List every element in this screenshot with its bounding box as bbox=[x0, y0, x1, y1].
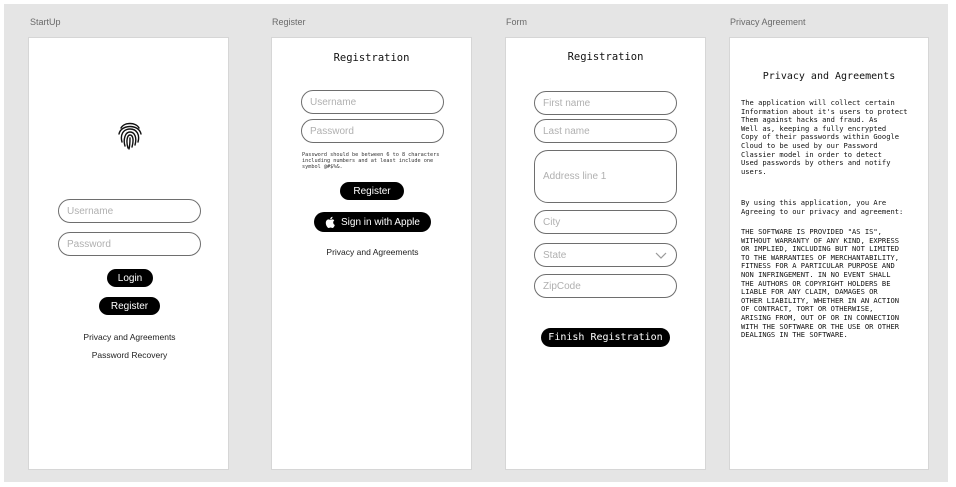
finish-registration-button[interactable]: Finish Registration bbox=[541, 328, 670, 347]
form-screen: Registration First name Last name Addres… bbox=[505, 37, 706, 470]
first-name-input[interactable]: First name bbox=[534, 91, 677, 115]
startup-screen: Username Password Login Register Privacy… bbox=[28, 37, 229, 470]
privacy-paragraph-license: THE SOFTWARE IS PROVIDED "AS IS", WITHOU… bbox=[741, 227, 900, 340]
state-select[interactable]: State bbox=[534, 243, 677, 267]
apple-signin-button[interactable]: Sign in with Apple bbox=[314, 212, 431, 232]
last-name-input[interactable]: Last name bbox=[534, 119, 677, 143]
frame-title-register[interactable]: Register bbox=[272, 17, 306, 27]
frame-title-form[interactable]: Form bbox=[506, 17, 527, 27]
register-heading: Registration bbox=[333, 52, 410, 64]
register-button[interactable]: Register bbox=[99, 297, 160, 315]
apple-signin-label: Sign in with Apple bbox=[341, 216, 420, 228]
form-heading: Registration bbox=[567, 51, 644, 63]
address-input[interactable]: Address line 1 bbox=[534, 150, 677, 203]
fingerprint-icon bbox=[118, 122, 142, 150]
register-privacy-link[interactable]: Privacy and Agreements bbox=[272, 247, 473, 257]
zipcode-input[interactable]: ZipCode bbox=[534, 274, 677, 298]
privacy-paragraph-collection: The application will collect certain Inf… bbox=[741, 98, 908, 176]
apple-icon bbox=[325, 216, 335, 228]
register-username-input[interactable]: Username bbox=[301, 90, 444, 114]
frame-title-startup[interactable]: StartUp bbox=[30, 17, 61, 27]
privacy-link[interactable]: Privacy and Agreements bbox=[29, 332, 230, 342]
city-input[interactable]: City bbox=[534, 210, 677, 234]
privacy-heading: Privacy and Agreements bbox=[762, 71, 896, 82]
state-select-value: State bbox=[543, 249, 567, 261]
username-input[interactable]: Username bbox=[58, 199, 201, 223]
password-input[interactable]: Password bbox=[58, 232, 201, 256]
frame-title-privacy[interactable]: Privacy Agreement bbox=[730, 17, 806, 27]
privacy-screen: Privacy and Agreements The application w… bbox=[729, 37, 929, 470]
privacy-paragraph-consent: By using this application, you Are Agree… bbox=[741, 198, 904, 216]
register-submit-button[interactable]: Register bbox=[340, 182, 404, 200]
register-password-input[interactable]: Password bbox=[301, 119, 444, 143]
register-screen: Registration Username Password Password … bbox=[271, 37, 472, 470]
login-button[interactable]: Login bbox=[107, 269, 153, 287]
password-hint: Password should be between 6 to 8 charac… bbox=[302, 152, 440, 171]
password-recovery-link[interactable]: Password Recovery bbox=[29, 350, 230, 360]
chevron-down-icon bbox=[655, 252, 667, 259]
